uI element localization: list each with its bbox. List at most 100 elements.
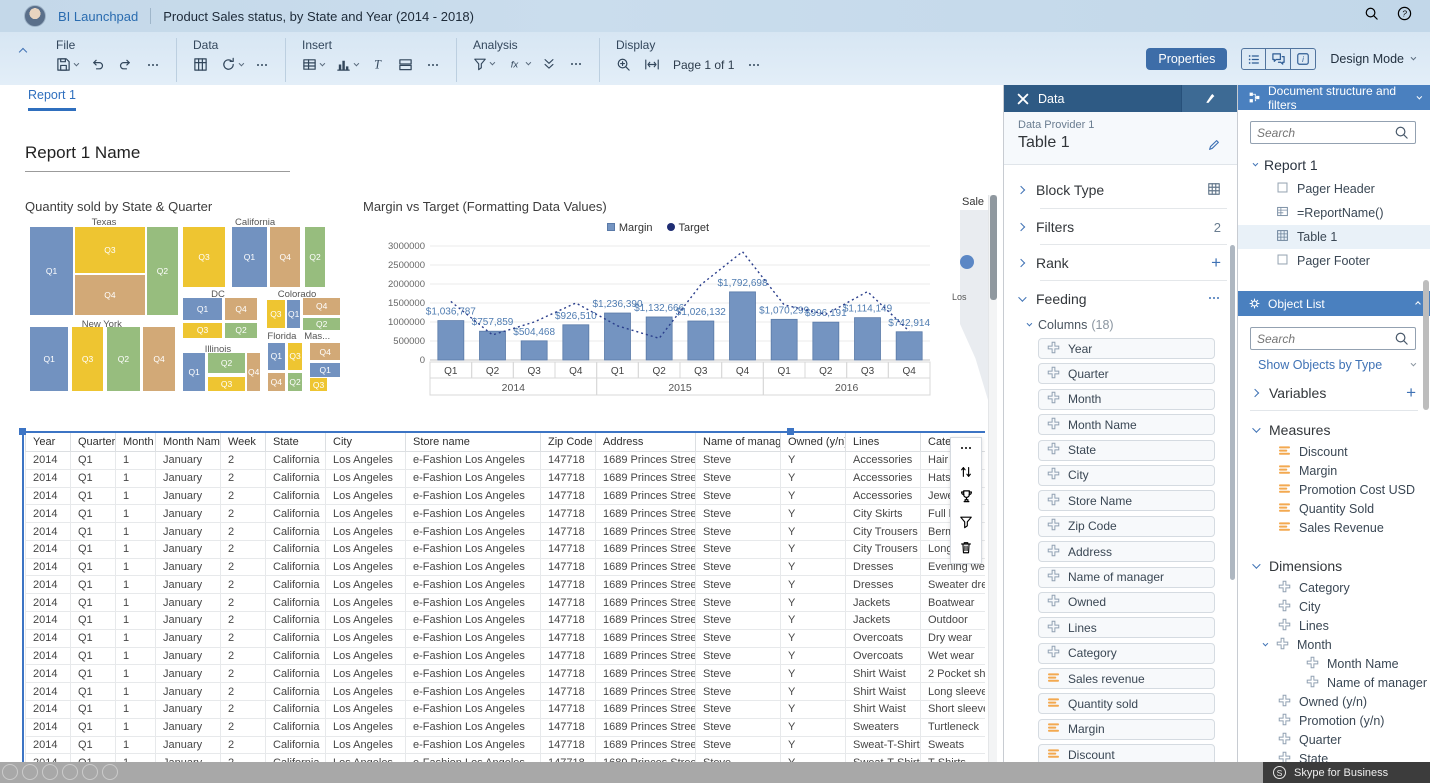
table-cell[interactable]: California bbox=[266, 612, 326, 630]
table-cell[interactable]: California bbox=[266, 594, 326, 612]
table-cell[interactable]: Shirt Waist bbox=[846, 700, 921, 718]
comments-button[interactable] bbox=[1266, 48, 1291, 70]
treemap-tile-texas-q4[interactable]: Q4 bbox=[75, 275, 145, 315]
table-cell[interactable]: California bbox=[266, 665, 326, 683]
table-cell[interactable]: 2014 bbox=[26, 523, 71, 541]
table-cell[interactable]: Dresses bbox=[846, 576, 921, 594]
table-cell[interactable]: 147718 bbox=[541, 629, 596, 647]
treemap-tile-florida-q4[interactable]: Q4 bbox=[268, 373, 285, 391]
table-cell[interactable]: January bbox=[156, 540, 221, 558]
table-cell[interactable]: Q1 bbox=[71, 629, 116, 647]
doc-tree-item--reportname--[interactable]: =ReportName() bbox=[1238, 201, 1430, 225]
table-cell[interactable]: January bbox=[156, 469, 221, 487]
table-cell[interactable]: 2 bbox=[221, 469, 266, 487]
table-cell[interactable]: Los Angeles bbox=[326, 647, 406, 665]
feeding-column-chip[interactable]: Discount bbox=[1038, 744, 1215, 762]
treemap-tile-florida-q2[interactable]: Q2 bbox=[288, 373, 302, 391]
object-item-promotion-cost-usd[interactable]: Promotion Cost USD bbox=[1238, 480, 1430, 499]
table-cell[interactable]: Steve bbox=[696, 683, 781, 701]
section-filters[interactable]: Filters 2 bbox=[1004, 209, 1237, 245]
table-cell[interactable]: Los Angeles bbox=[326, 683, 406, 701]
table-cell[interactable]: 2014 bbox=[26, 558, 71, 576]
table-cell[interactable]: Y bbox=[781, 558, 846, 576]
properties-button[interactable]: Properties bbox=[1146, 48, 1227, 70]
table-cell[interactable]: Q1 bbox=[71, 469, 116, 487]
object-item-discount[interactable]: Discount bbox=[1238, 442, 1430, 461]
table-cell[interactable]: Turtleneck bbox=[921, 718, 986, 736]
table-cell[interactable]: Accessories bbox=[846, 469, 921, 487]
treemap-tile-newyork-q1[interactable]: Q1 bbox=[30, 327, 68, 391]
table-row[interactable]: 2014Q11January2CaliforniaLos Angelese-Fa… bbox=[26, 576, 986, 594]
table-cell[interactable]: Jackets bbox=[846, 612, 921, 630]
table-cell[interactable]: Q1 bbox=[71, 540, 116, 558]
insert-table-button[interactable] bbox=[302, 57, 323, 72]
redo-button[interactable] bbox=[118, 57, 133, 72]
table-cell[interactable]: Steve bbox=[696, 469, 781, 487]
table-cell[interactable]: Sweat-T-Shirts bbox=[846, 754, 921, 762]
treemap-tile-mas-q1[interactable]: Q1 bbox=[310, 363, 340, 377]
column-header[interactable]: Month Name bbox=[156, 433, 221, 452]
table-cell[interactable]: January bbox=[156, 736, 221, 754]
table-cell[interactable]: Y bbox=[781, 612, 846, 630]
zoom-button[interactable] bbox=[616, 57, 631, 72]
table-row[interactable]: 2014Q11January2CaliforniaLos Angelese-Fa… bbox=[26, 558, 986, 576]
table-cell[interactable]: 2 bbox=[221, 487, 266, 505]
table-cell[interactable]: California bbox=[266, 683, 326, 701]
table-cell[interactable]: California bbox=[266, 647, 326, 665]
feeding-column-chip[interactable]: Month Name bbox=[1038, 414, 1215, 435]
object-item-margin[interactable]: Margin bbox=[1238, 461, 1430, 480]
table-cell[interactable]: 1689 Princes Street bbox=[596, 505, 696, 523]
table-cell[interactable]: January bbox=[156, 594, 221, 612]
table-row[interactable]: 2014Q11January2CaliforniaLos Angelese-Fa… bbox=[26, 683, 986, 701]
table-cell[interactable]: Steve bbox=[696, 647, 781, 665]
table-cell[interactable]: Los Angeles bbox=[326, 452, 406, 470]
table-cell[interactable]: Q1 bbox=[71, 736, 116, 754]
table-cell[interactable]: 1 bbox=[116, 576, 156, 594]
table-cell[interactable]: 2 bbox=[221, 612, 266, 630]
table-cell[interactable]: Steve bbox=[696, 452, 781, 470]
table-cell[interactable]: 147718 bbox=[541, 523, 596, 541]
table-row[interactable]: 2014Q11January2CaliforniaLos Angelese-Fa… bbox=[26, 469, 986, 487]
table-row[interactable]: 2014Q11January2CaliforniaLos Angelese-Fa… bbox=[26, 718, 986, 736]
table-cell[interactable]: Y bbox=[781, 523, 846, 541]
table-cell[interactable]: 1689 Princes Street bbox=[596, 452, 696, 470]
table-cell[interactable]: Y bbox=[781, 647, 846, 665]
table-cell[interactable]: Sweater dresse bbox=[921, 576, 986, 594]
drill-button[interactable] bbox=[542, 57, 556, 71]
table-cell[interactable]: Los Angeles bbox=[326, 700, 406, 718]
table-cell[interactable]: Los Angeles bbox=[326, 487, 406, 505]
add-rank-button[interactable]: + bbox=[1211, 253, 1221, 273]
table-cell[interactable]: Accessories bbox=[846, 452, 921, 470]
table-cell[interactable]: Steve bbox=[696, 612, 781, 630]
table-cell[interactable]: 147718 bbox=[541, 700, 596, 718]
table-cell[interactable]: Y bbox=[781, 505, 846, 523]
formatting-button[interactable] bbox=[1181, 85, 1237, 112]
table-cell[interactable]: January bbox=[156, 558, 221, 576]
table-cell[interactable]: 2 bbox=[221, 718, 266, 736]
table-cell[interactable]: 2014 bbox=[26, 683, 71, 701]
table-cell[interactable]: 1689 Princes Street bbox=[596, 576, 696, 594]
table-cell[interactable]: 1689 Princes Street bbox=[596, 594, 696, 612]
table-cell[interactable]: Q1 bbox=[71, 683, 116, 701]
treemap-tile-florida-q1[interactable]: Q1 bbox=[268, 343, 285, 370]
table-cell[interactable]: Steve bbox=[696, 629, 781, 647]
column-header[interactable]: State bbox=[266, 433, 326, 452]
feeding-column-chip[interactable]: State bbox=[1038, 440, 1215, 461]
table-cell[interactable]: California bbox=[266, 540, 326, 558]
table-cell[interactable]: Los Angeles bbox=[326, 629, 406, 647]
table-cell[interactable]: 2 bbox=[221, 452, 266, 470]
table-cell[interactable]: 2014 bbox=[26, 540, 71, 558]
column-header[interactable]: Owned (y/n) bbox=[781, 433, 846, 452]
table-delete-button[interactable] bbox=[959, 540, 973, 560]
treemap-tile-california-q2[interactable]: Q2 bbox=[305, 227, 325, 287]
table-cell[interactable]: 2 bbox=[221, 594, 266, 612]
column-header[interactable]: Name of manager bbox=[696, 433, 781, 452]
report-name-cell[interactable]: Report 1 Name bbox=[25, 143, 140, 163]
table-cell[interactable]: January bbox=[156, 665, 221, 683]
panel-scrollbar-thumb[interactable] bbox=[1423, 280, 1429, 410]
table-cell[interactable]: Y bbox=[781, 594, 846, 612]
table-cell[interactable]: 2 bbox=[221, 629, 266, 647]
table-cell[interactable]: Shirt Waist bbox=[846, 665, 921, 683]
edit-provider-button[interactable] bbox=[1207, 138, 1221, 157]
table-cell[interactable]: 2014 bbox=[26, 612, 71, 630]
